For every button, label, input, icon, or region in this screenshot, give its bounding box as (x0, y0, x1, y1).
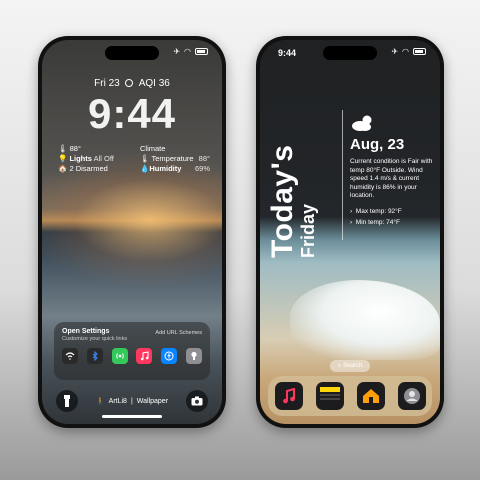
quick-links-row (62, 348, 202, 364)
airplane-icon: ✈ (173, 47, 181, 56)
weekday-label: Friday (298, 203, 318, 258)
lock-bottom-bar: 🚶 ArtLi8 | Wallpaper (42, 390, 222, 412)
wifi-icon: ◠ (184, 47, 191, 56)
status-time: 9:44 (278, 48, 297, 58)
camera-button[interactable] (185, 390, 208, 412)
music-app-icon[interactable] (274, 382, 303, 410)
min-temp: Min temp: 74°F (355, 219, 400, 226)
wifi-icon[interactable] (62, 348, 78, 364)
temperature-range: › Max temp: 92°F › Min temp: 74°F (350, 206, 402, 228)
wave-wallpaper (290, 280, 440, 360)
weather-description: Current condition is Fair with temp 80°F… (350, 158, 433, 199)
aqi-icon (125, 79, 134, 87)
panel-subtitle: Customize your quick links (62, 336, 128, 342)
status-bar: ✈ ◠ (391, 47, 426, 56)
bluetooth-icon[interactable] (86, 348, 103, 364)
music-icon[interactable] (136, 348, 153, 364)
cellular-icon[interactable] (111, 348, 128, 364)
search-label: Search (343, 363, 363, 369)
temperature-label: Temperature (151, 154, 194, 163)
arrow-up-icon: › (350, 208, 353, 215)
lights-label: Lights (69, 154, 92, 163)
quick-links-panel: Open Settings Customize your quick links… (54, 322, 210, 380)
humidity-label: Humidity (149, 164, 182, 173)
battery-icon (195, 48, 208, 55)
humidity-value: 69% (194, 164, 210, 173)
panel-title[interactable]: Open Settings (62, 328, 127, 335)
search-icon: ⌕ (337, 362, 342, 369)
date-label: Fri 23 (94, 78, 120, 89)
humidity-icon: 💧 (140, 164, 150, 173)
notes-app-icon[interactable] (315, 382, 344, 410)
climate-widget[interactable]: Climate 🌡 Temperature 88° 💧Humidity 69% (140, 144, 210, 174)
add-url-schemes-link[interactable]: Add URL Schemes (155, 330, 202, 342)
flashlight-button[interactable] (56, 390, 78, 412)
thermometer-icon: 🌡 (58, 144, 68, 153)
home-screen-phone: 9:44 ✈ ◠ Today's Friday Aug, 23 Current … (256, 36, 444, 428)
todays-label: Today's (266, 144, 299, 258)
spotlight-search-button[interactable]: ⌕ Search (330, 360, 370, 372)
accessibility-icon[interactable] (161, 348, 178, 364)
divider: | (130, 397, 133, 405)
aqi-label: AQI 36 (138, 78, 170, 89)
partly-cloudy-icon (352, 115, 372, 131)
wifi-icon: ◠ (402, 47, 409, 56)
battery-icon (413, 48, 426, 55)
dynamic-island (105, 46, 159, 60)
figure-icon: 🚶 (95, 398, 105, 405)
temperature-value: 88° (198, 154, 210, 163)
lock-date-line: Fri 23 AQI 36 (42, 78, 222, 89)
dynamic-island (323, 46, 377, 60)
status-bar: ✈ ◠ (173, 47, 208, 56)
arrow-down-icon: › (350, 219, 353, 226)
home-app-icon[interactable] (356, 382, 385, 410)
widget-divider (342, 110, 343, 240)
flashlight-icon (64, 395, 70, 407)
lock-screen-phone: ✈ ◠ Fri 23 AQI 36 9:44 🌡 88° 💡 Lights Al… (38, 36, 226, 428)
dock (268, 376, 432, 416)
lightbulb-icon: 💡 (58, 154, 68, 163)
day-widget[interactable]: Today's Friday (266, 144, 318, 258)
security-icon: 🏠 (58, 164, 68, 173)
artist-label: ArtLi8 (108, 397, 127, 405)
home-screen: 9:44 ✈ ◠ Today's Friday Aug, 23 Current … (260, 40, 440, 424)
tips-icon[interactable] (185, 348, 202, 364)
max-temp: Max temp: 92°F (355, 208, 402, 215)
airplane-icon: ✈ (391, 47, 399, 56)
home-temp: 88° (69, 144, 81, 153)
climate-title: Climate (140, 144, 166, 153)
thermometer-icon: 🌡 (140, 154, 150, 163)
disarmed-label: 2 Disarmed (69, 164, 108, 173)
camera-icon (191, 396, 203, 406)
lock-screen: ✈ ◠ Fri 23 AQI 36 9:44 🌡 88° 💡 Lights Al… (42, 40, 222, 424)
weather-date: Aug, 23 (350, 136, 405, 153)
home-widget[interactable]: 🌡 88° 💡 Lights All Off 🏠 2 Disarmed (58, 144, 114, 174)
lock-clock: 9:44 (87, 90, 177, 137)
contacts-app-icon[interactable] (397, 382, 426, 410)
wallpaper-label[interactable]: Wallpaper (137, 398, 168, 405)
home-indicator[interactable] (102, 415, 162, 418)
lights-value: All Off (93, 154, 114, 163)
